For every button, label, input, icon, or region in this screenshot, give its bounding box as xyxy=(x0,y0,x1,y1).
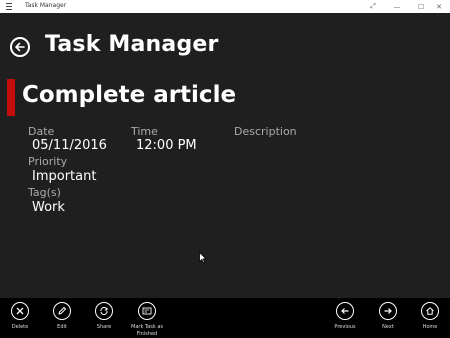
previous-label: Previous xyxy=(334,324,356,330)
date-label: Date xyxy=(28,125,55,138)
app-bar: Delete Edit Share Mark Task as Finished … xyxy=(0,298,450,338)
hamburger-icon[interactable] xyxy=(4,1,14,12)
mark-finished-button[interactable]: Mark Task as Finished xyxy=(127,302,167,338)
previous-button[interactable]: Previous xyxy=(325,302,365,338)
share-label: Share xyxy=(96,324,112,330)
time-label: Time xyxy=(131,125,158,138)
time-value: 12:00 PM xyxy=(136,138,197,153)
description-label: Description xyxy=(234,125,297,138)
mark-finished-icon xyxy=(138,302,156,320)
delete-button[interactable]: Delete xyxy=(0,302,40,338)
back-arrow-icon xyxy=(15,42,25,52)
next-button[interactable]: Next xyxy=(368,302,408,338)
edit-icon xyxy=(53,302,71,320)
mark-finished-label: Mark Task as Finished xyxy=(131,324,163,337)
edit-button[interactable]: Edit xyxy=(42,302,82,338)
next-icon xyxy=(379,302,397,320)
priority-value: Important xyxy=(32,169,97,184)
home-label: Home xyxy=(422,324,438,330)
edit-label: Edit xyxy=(57,324,67,330)
share-button[interactable]: Share xyxy=(84,302,124,338)
title-bar: Task Manager ⤢ — ☐ ✕ xyxy=(0,0,450,13)
expand-icon[interactable]: ⤢ xyxy=(362,0,384,13)
back-button[interactable] xyxy=(10,37,30,57)
priority-accent-bar xyxy=(7,79,15,116)
mouse-cursor-icon xyxy=(199,252,207,264)
delete-label: Delete xyxy=(11,324,29,330)
share-icon xyxy=(95,302,113,320)
tags-label: Tag(s) xyxy=(28,186,61,199)
close-button[interactable]: ✕ xyxy=(428,0,450,13)
home-button[interactable]: Home xyxy=(410,302,450,338)
previous-icon xyxy=(336,302,354,320)
task-title: Complete article xyxy=(22,82,237,108)
minimize-button[interactable]: — xyxy=(386,0,408,13)
window-title: Task Manager xyxy=(25,2,67,9)
page-title: Task Manager xyxy=(45,32,219,57)
next-label: Next xyxy=(382,324,394,330)
home-icon xyxy=(421,302,439,320)
date-value: 05/11/2016 xyxy=(32,138,107,153)
delete-icon xyxy=(11,302,29,320)
priority-label: Priority xyxy=(28,155,68,168)
tags-value: Work xyxy=(32,200,65,215)
